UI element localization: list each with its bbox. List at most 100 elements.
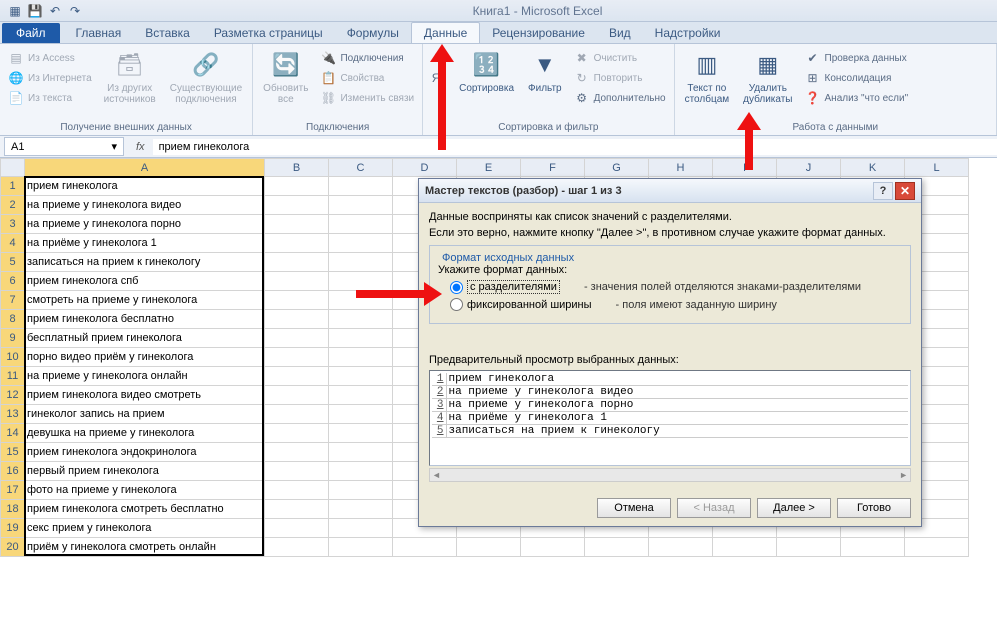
cell[interactable] bbox=[521, 538, 585, 557]
cell[interactable] bbox=[265, 253, 329, 272]
edit-links-button[interactable]: ⛓Изменить связи bbox=[318, 89, 416, 107]
cell[interactable] bbox=[265, 443, 329, 462]
remove-duplicates-button[interactable]: ▦Удалить дубликаты bbox=[739, 47, 796, 107]
cell[interactable]: прием гинеколога спб bbox=[25, 272, 265, 291]
cell[interactable] bbox=[329, 443, 393, 462]
cell[interactable]: прием гинеколога бесплатно bbox=[25, 310, 265, 329]
cell[interactable] bbox=[265, 367, 329, 386]
cell[interactable] bbox=[265, 424, 329, 443]
cell[interactable] bbox=[265, 462, 329, 481]
column-header[interactable]: G bbox=[585, 159, 649, 177]
tab-review[interactable]: Рецензирование bbox=[480, 23, 597, 43]
undo-icon[interactable]: ↶ bbox=[46, 2, 64, 20]
tab-insert[interactable]: Вставка bbox=[133, 23, 202, 43]
back-button[interactable]: < Назад bbox=[677, 498, 751, 518]
cell[interactable] bbox=[329, 481, 393, 500]
cell[interactable] bbox=[841, 538, 905, 557]
fx-icon[interactable]: fx bbox=[128, 141, 153, 153]
column-header[interactable]: H bbox=[649, 159, 713, 177]
help-icon[interactable]: ? bbox=[873, 182, 893, 200]
close-icon[interactable]: ✕ bbox=[895, 182, 915, 200]
next-button[interactable]: Далее > bbox=[757, 498, 831, 518]
column-header[interactable]: B bbox=[265, 159, 329, 177]
from-web-button[interactable]: 🌐Из Интернета bbox=[6, 69, 94, 87]
save-icon[interactable]: 💾 bbox=[26, 2, 44, 20]
cell[interactable] bbox=[265, 519, 329, 538]
sort-desc-button[interactable]: Я↓ bbox=[429, 69, 449, 87]
cell[interactable] bbox=[329, 310, 393, 329]
from-other-button[interactable]: 🗃Из других источников bbox=[100, 47, 160, 107]
tab-page-layout[interactable]: Разметка страницы bbox=[202, 23, 335, 43]
tab-addins[interactable]: Надстройки bbox=[643, 23, 733, 43]
cell[interactable] bbox=[265, 234, 329, 253]
column-header[interactable]: K bbox=[841, 159, 905, 177]
row-header[interactable]: 19 bbox=[1, 519, 25, 538]
cell[interactable] bbox=[265, 481, 329, 500]
advanced-filter-button[interactable]: ⚙Дополнительно bbox=[572, 89, 668, 107]
from-text-button[interactable]: 📄Из текста bbox=[6, 89, 94, 107]
cell[interactable]: смотреть на приеме у гинеколога bbox=[25, 291, 265, 310]
cell[interactable]: первый прием гинеколога bbox=[25, 462, 265, 481]
cell[interactable] bbox=[265, 348, 329, 367]
cell[interactable]: записаться на прием к гинекологу bbox=[25, 253, 265, 272]
column-header[interactable]: F bbox=[521, 159, 585, 177]
cell[interactable] bbox=[329, 500, 393, 519]
row-header[interactable]: 3 bbox=[1, 215, 25, 234]
from-access-button[interactable]: ▤Из Access bbox=[6, 49, 94, 67]
preview-scrollbar[interactable]: ◄► bbox=[429, 468, 911, 482]
column-header[interactable]: A bbox=[25, 159, 265, 177]
consolidate-button[interactable]: ⊞Консолидация bbox=[803, 69, 911, 87]
cell[interactable] bbox=[265, 405, 329, 424]
cell[interactable]: на приёме у гинеколога 1 bbox=[25, 234, 265, 253]
cell[interactable] bbox=[329, 196, 393, 215]
row-header[interactable]: 6 bbox=[1, 272, 25, 291]
cell[interactable] bbox=[265, 215, 329, 234]
cell[interactable] bbox=[265, 272, 329, 291]
cell[interactable] bbox=[457, 538, 521, 557]
cell[interactable] bbox=[265, 329, 329, 348]
cell[interactable] bbox=[905, 538, 969, 557]
cell[interactable] bbox=[329, 177, 393, 196]
cell[interactable]: прием гинеколога смотреть бесплатно bbox=[25, 500, 265, 519]
cell[interactable] bbox=[585, 538, 649, 557]
row-header[interactable]: 20 bbox=[1, 538, 25, 557]
row-header[interactable]: 18 bbox=[1, 500, 25, 519]
column-header[interactable]: D bbox=[393, 159, 457, 177]
row-header[interactable]: 17 bbox=[1, 481, 25, 500]
reapply-button[interactable]: ↻Повторить bbox=[572, 69, 668, 87]
data-validation-button[interactable]: ✔Проверка данных bbox=[803, 49, 911, 67]
cell[interactable] bbox=[329, 386, 393, 405]
cell[interactable] bbox=[265, 310, 329, 329]
cell[interactable] bbox=[329, 424, 393, 443]
row-header[interactable]: 12 bbox=[1, 386, 25, 405]
column-header[interactable]: E bbox=[457, 159, 521, 177]
cell[interactable]: прием гинеколога видео смотреть bbox=[25, 386, 265, 405]
row-header[interactable]: 2 bbox=[1, 196, 25, 215]
cell[interactable]: на приеме у гинеколога видео bbox=[25, 196, 265, 215]
radio-delimited[interactable]: с разделителями bbox=[450, 280, 560, 294]
cell[interactable] bbox=[329, 234, 393, 253]
cell[interactable]: прием гинеколога bbox=[25, 177, 265, 196]
existing-connections-button[interactable]: 🔗Существующие подключения bbox=[166, 47, 246, 107]
cell[interactable]: гинеколог запись на прием bbox=[25, 405, 265, 424]
cell[interactable] bbox=[265, 500, 329, 519]
redo-icon[interactable]: ↷ bbox=[66, 2, 84, 20]
column-header[interactable]: I bbox=[713, 159, 777, 177]
cell[interactable] bbox=[329, 367, 393, 386]
sort-asc-button[interactable]: A↓ bbox=[429, 49, 449, 67]
chevron-down-icon[interactable]: ▾ bbox=[111, 140, 117, 153]
cell[interactable] bbox=[265, 291, 329, 310]
row-header[interactable]: 11 bbox=[1, 367, 25, 386]
cell[interactable]: девушка на приеме у гинеколога bbox=[25, 424, 265, 443]
row-header[interactable]: 8 bbox=[1, 310, 25, 329]
clear-filter-button[interactable]: ✖Очистить bbox=[572, 49, 668, 67]
row-header[interactable]: 14 bbox=[1, 424, 25, 443]
cell[interactable] bbox=[329, 291, 393, 310]
radio-fixed[interactable]: фиксированной ширины bbox=[450, 298, 592, 311]
cell[interactable] bbox=[329, 519, 393, 538]
cell[interactable] bbox=[777, 538, 841, 557]
cell[interactable]: бесплатный прием гинеколога bbox=[25, 329, 265, 348]
cell[interactable] bbox=[329, 538, 393, 557]
formula-input[interactable] bbox=[153, 139, 997, 155]
row-header[interactable]: 1 bbox=[1, 177, 25, 196]
